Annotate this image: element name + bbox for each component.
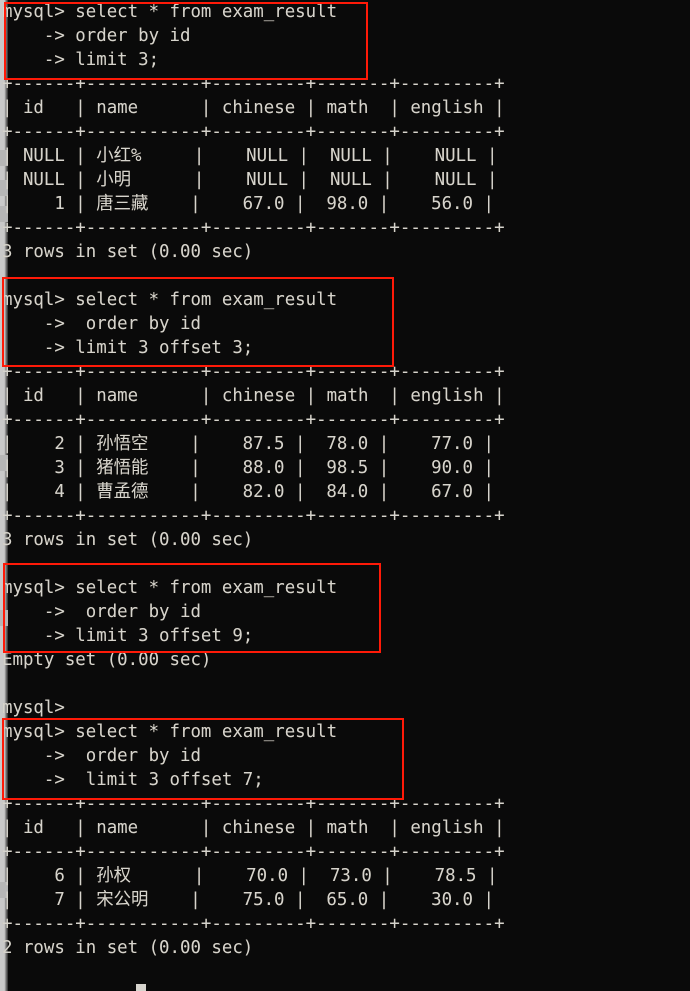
terminal-window[interactable]: mysql> select * from exam_result -> orde…	[0, 0, 690, 991]
terminal-cursor	[136, 984, 146, 991]
annotation-box-query-4[interactable]	[2, 718, 404, 800]
terminal-console-output[interactable]: mysql> select * from exam_result -> orde…	[2, 0, 505, 960]
annotation-box-query-2[interactable]	[2, 277, 394, 367]
annotation-box-query-3[interactable]	[3, 563, 381, 653]
annotation-box-query-1[interactable]	[4, 2, 368, 80]
